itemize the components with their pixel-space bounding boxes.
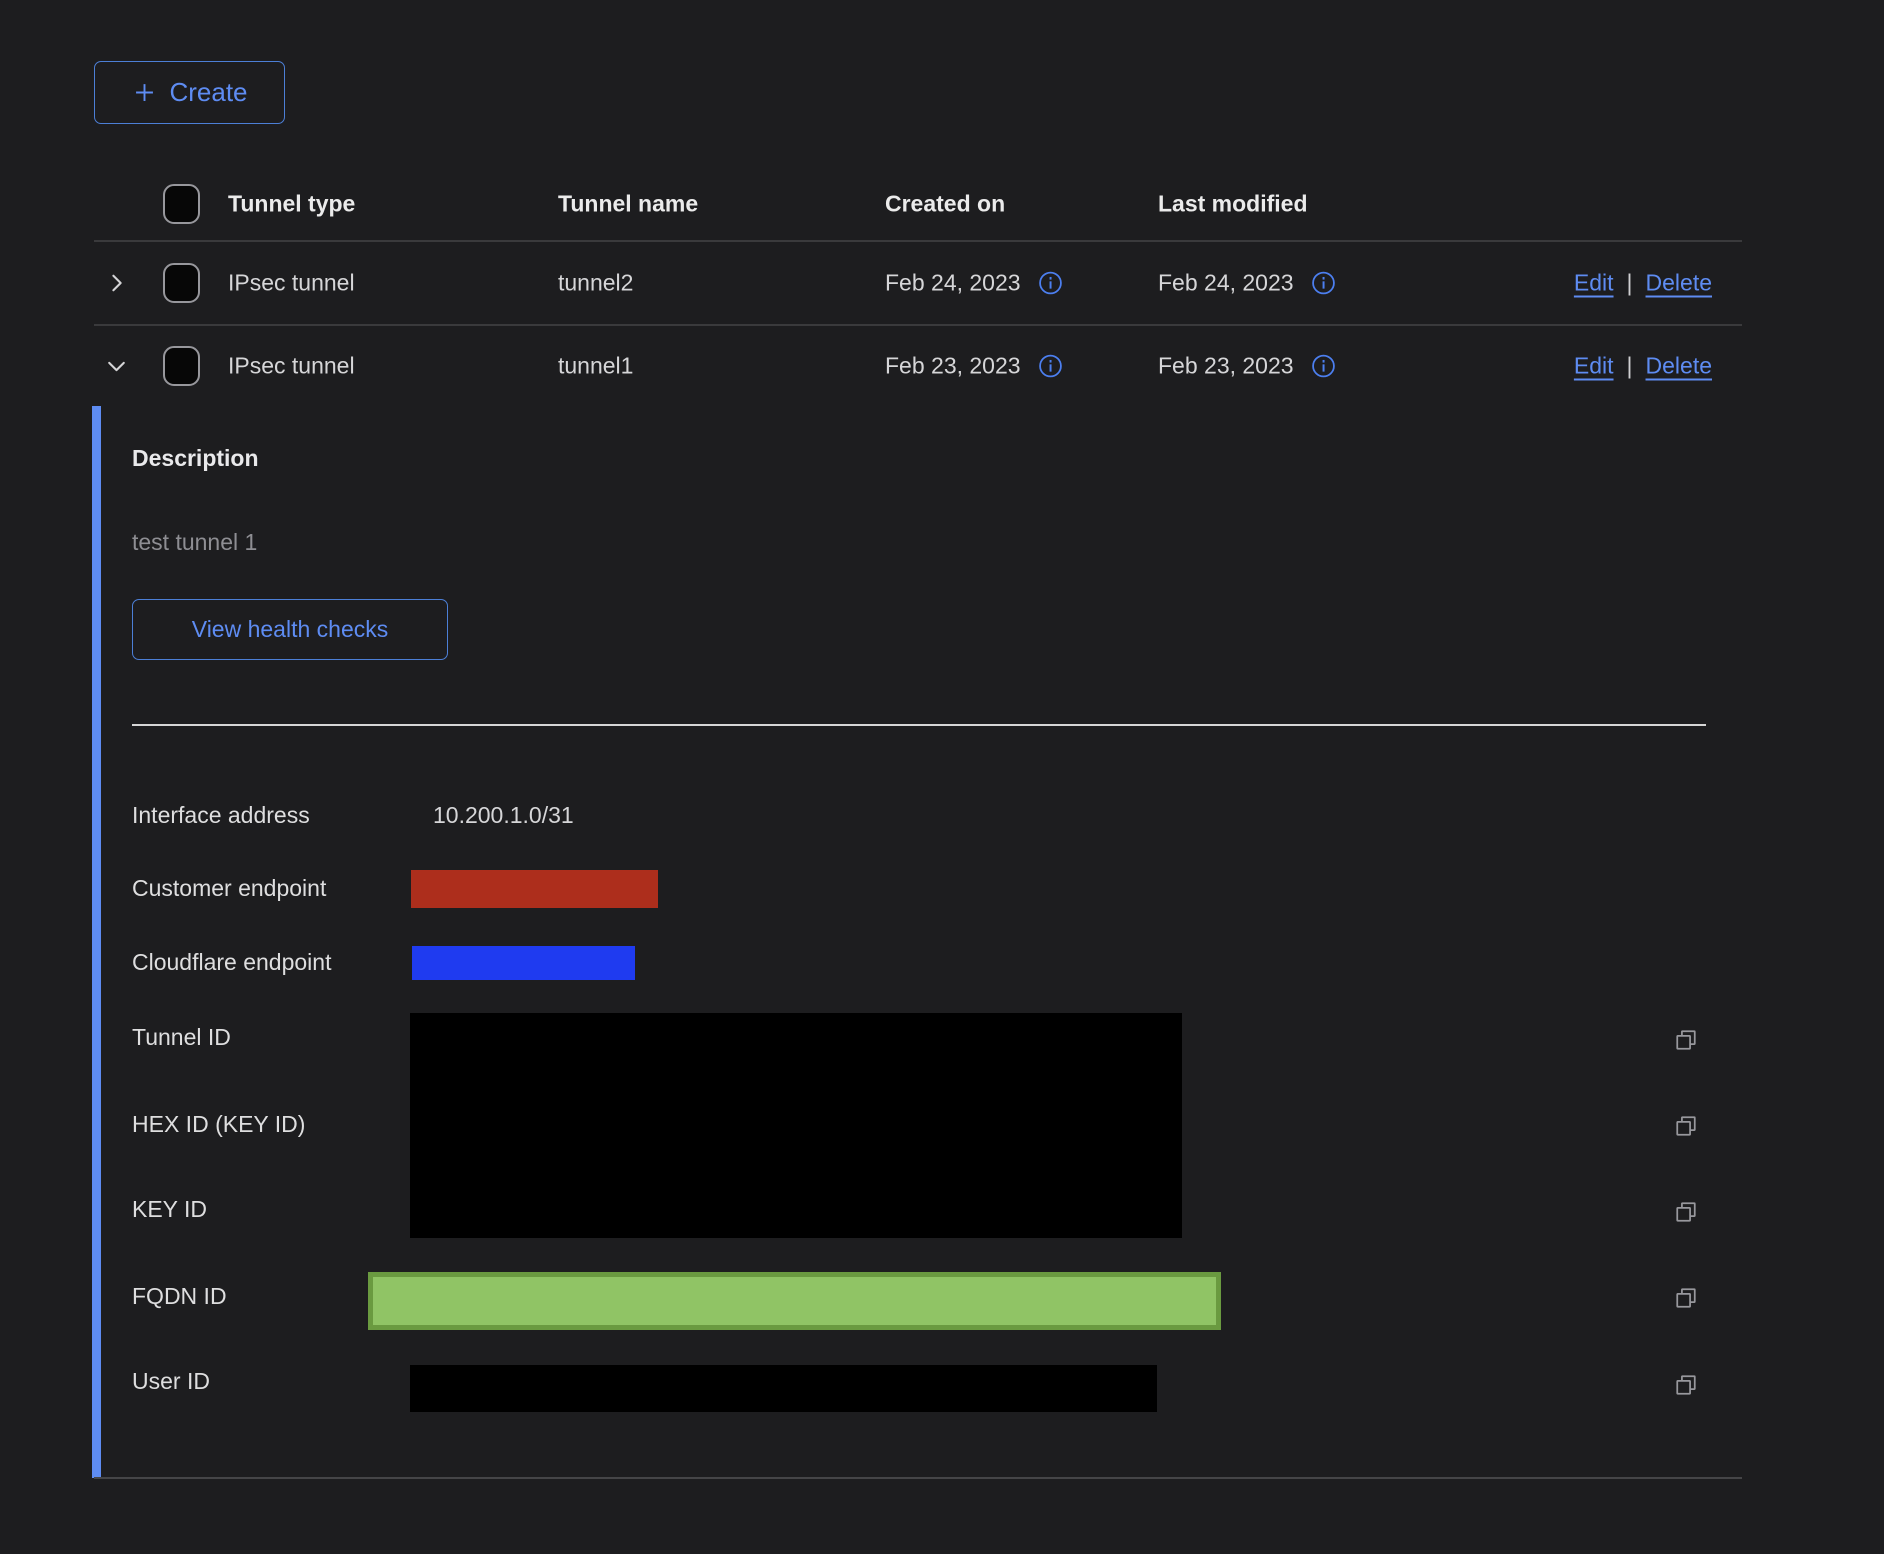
table-row-tunnel2: IPsec tunnel tunnel2 Feb 24, 2023 Feb 24… bbox=[94, 241, 1742, 324]
customer-endpoint-redaction bbox=[411, 870, 658, 908]
table-header: Tunnel type Tunnel name Created on Last … bbox=[94, 168, 1742, 240]
tunnel-name-cell: tunnel2 bbox=[558, 269, 633, 296]
created-on-value: Feb 24, 2023 bbox=[885, 269, 1021, 296]
chevron-down-icon bbox=[104, 353, 129, 378]
info-icon[interactable] bbox=[1311, 353, 1336, 378]
row-checkbox[interactable] bbox=[163, 263, 200, 303]
delete-link[interactable]: Delete bbox=[1646, 352, 1712, 379]
header-created-on: Created on bbox=[885, 191, 1005, 218]
header-last-modified: Last modified bbox=[1158, 191, 1308, 218]
copy-hex-id-button[interactable] bbox=[1672, 1112, 1700, 1140]
created-on-cell: Feb 23, 2023 bbox=[885, 352, 1063, 379]
delete-link[interactable]: Delete bbox=[1646, 269, 1712, 296]
plus-icon bbox=[131, 79, 158, 106]
last-modified-cell: Feb 23, 2023 bbox=[1158, 352, 1336, 379]
row-checkbox[interactable] bbox=[163, 346, 200, 386]
chevron-right-icon bbox=[104, 270, 129, 295]
view-health-checks-label: View health checks bbox=[192, 616, 388, 643]
edit-link[interactable]: Edit bbox=[1574, 352, 1614, 379]
expand-row-button[interactable] bbox=[104, 270, 129, 295]
copy-user-id-button[interactable] bbox=[1672, 1371, 1700, 1399]
table-row-tunnel1: IPsec tunnel tunnel1 Feb 23, 2023 Feb 23… bbox=[94, 325, 1742, 406]
row-actions: Edit | Delete bbox=[1574, 352, 1712, 379]
last-modified-cell: Feb 24, 2023 bbox=[1158, 269, 1336, 296]
collapse-row-button[interactable] bbox=[104, 353, 129, 378]
view-health-checks-button[interactable]: View health checks bbox=[132, 599, 448, 660]
created-on-value: Feb 23, 2023 bbox=[885, 352, 1021, 379]
tunnels-page: Create Tunnel type Tunnel name Created o… bbox=[0, 0, 1884, 1554]
key-id-label: KEY ID bbox=[132, 1196, 207, 1223]
row-actions: Edit | Delete bbox=[1574, 269, 1712, 296]
tunnel-id-label: Tunnel ID bbox=[132, 1024, 231, 1051]
copy-key-id-button[interactable] bbox=[1672, 1198, 1700, 1226]
info-icon[interactable] bbox=[1311, 270, 1336, 295]
copy-icon bbox=[1672, 1284, 1700, 1312]
interface-address-value: 10.200.1.0/31 bbox=[433, 802, 574, 829]
actions-separator: | bbox=[1627, 352, 1633, 379]
ids-redaction bbox=[410, 1013, 1182, 1238]
create-button[interactable]: Create bbox=[94, 61, 285, 124]
cloudflare-endpoint-label: Cloudflare endpoint bbox=[132, 949, 331, 976]
copy-icon bbox=[1672, 1198, 1700, 1226]
interface-address-label: Interface address bbox=[132, 802, 310, 829]
user-id-label: User ID bbox=[132, 1368, 210, 1395]
actions-separator: | bbox=[1627, 269, 1633, 296]
hex-id-label: HEX ID (KEY ID) bbox=[132, 1111, 305, 1138]
copy-tunnel-id-button[interactable] bbox=[1672, 1026, 1700, 1054]
description-label: Description bbox=[132, 445, 259, 472]
detail-divider bbox=[132, 724, 1706, 726]
copy-icon bbox=[1672, 1026, 1700, 1054]
info-icon[interactable] bbox=[1038, 270, 1063, 295]
header-tunnel-type: Tunnel type bbox=[228, 191, 355, 218]
edit-link[interactable]: Edit bbox=[1574, 269, 1614, 296]
select-all-checkbox[interactable] bbox=[163, 184, 200, 224]
create-button-label: Create bbox=[169, 77, 247, 108]
description-value: test tunnel 1 bbox=[132, 529, 257, 556]
expanded-row-accent-bar bbox=[92, 406, 101, 1478]
tunnel-type-cell: IPsec tunnel bbox=[228, 352, 355, 379]
tunnel-type-cell: IPsec tunnel bbox=[228, 269, 355, 296]
copy-icon bbox=[1672, 1112, 1700, 1140]
last-modified-value: Feb 23, 2023 bbox=[1158, 352, 1294, 379]
user-id-redaction bbox=[410, 1365, 1157, 1412]
tunnel-name-cell: tunnel1 bbox=[558, 352, 633, 379]
fqdn-id-redaction bbox=[368, 1272, 1221, 1330]
header-tunnel-name: Tunnel name bbox=[558, 191, 698, 218]
cloudflare-endpoint-redaction bbox=[412, 946, 635, 980]
customer-endpoint-label: Customer endpoint bbox=[132, 875, 326, 902]
table-bottom-divider bbox=[94, 1477, 1742, 1479]
copy-fqdn-id-button[interactable] bbox=[1672, 1284, 1700, 1312]
info-icon[interactable] bbox=[1038, 353, 1063, 378]
copy-icon bbox=[1672, 1371, 1700, 1399]
created-on-cell: Feb 24, 2023 bbox=[885, 269, 1063, 296]
fqdn-id-label: FQDN ID bbox=[132, 1283, 227, 1310]
last-modified-value: Feb 24, 2023 bbox=[1158, 269, 1294, 296]
